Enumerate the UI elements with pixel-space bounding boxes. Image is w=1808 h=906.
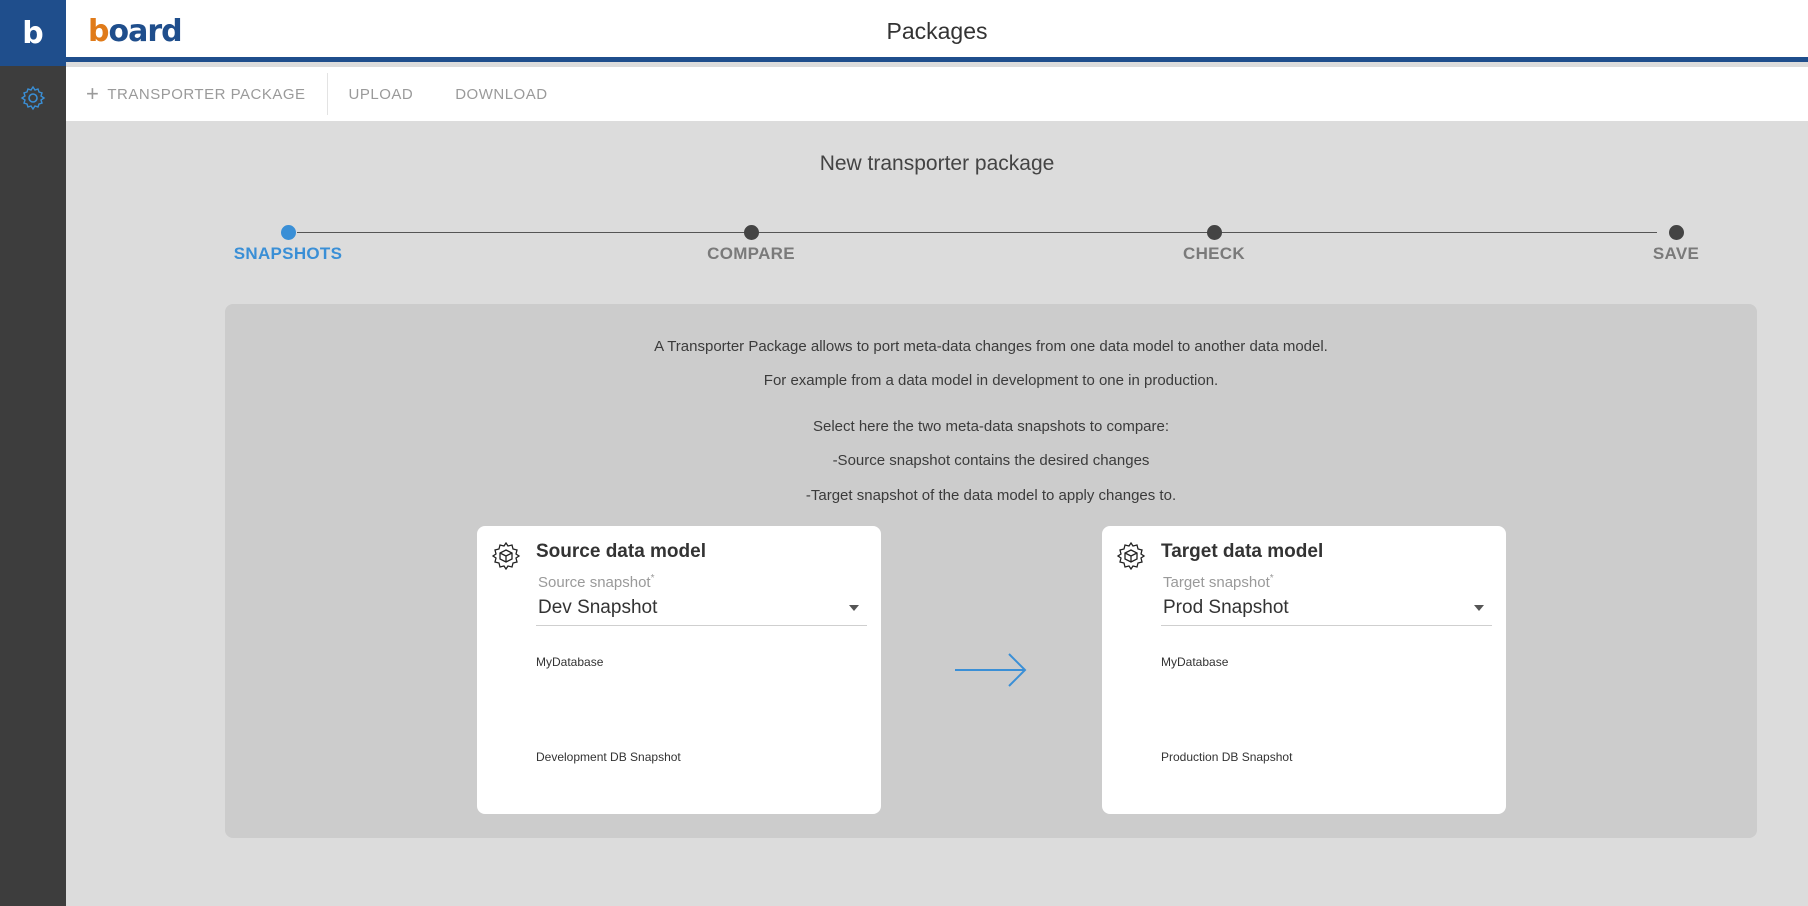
step-save[interactable]: SAVE [1606,225,1746,264]
app-logo[interactable]: b [0,0,66,66]
new-transporter-package-label: TRANSPORTER PACKAGE [107,85,306,103]
wizard-stepper: SNAPSHOTS COMPARE CHECK SAVE [234,225,1699,265]
source-card-title: Source data model [536,541,706,562]
snapshots-panel: A Transporter Package allows to port met… [225,304,1757,838]
settings-gear-icon[interactable] [17,82,49,114]
arrow-right-icon [953,650,1029,690]
cube-gear-icon [1116,540,1146,571]
toolbar: + TRANSPORTER PACKAGE UPLOAD DOWNLOAD [66,67,1808,121]
new-transporter-package-button[interactable]: + TRANSPORTER PACKAGE [66,73,328,115]
step-label: SNAPSHOTS [233,244,343,263]
step-dot [1206,225,1222,240]
source-snapshot-label: Source snapshot* [538,573,654,591]
source-database-name: MyDatabase [536,655,604,669]
target-snapshot-description: Production DB Snapshot [1161,750,1293,764]
page-title: Packages [886,18,988,44]
target-data-model-card: Target data model Target snapshot* Prod … [1102,526,1506,814]
step-check[interactable]: CHECK [1144,225,1284,264]
chevron-down-icon [849,605,859,611]
description-line: For example from a data model in develop… [763,372,1219,389]
stepper-line [297,232,1657,233]
chevron-down-icon [1474,605,1484,611]
source-snapshot-label-text: Source snapshot [538,574,651,591]
target-database-name: MyDatabase [1161,655,1229,669]
description-line: A Transporter Package allows to port met… [654,338,1328,355]
source-data-model-card: Source data model Source snapshot* Dev S… [477,526,881,814]
wizard-title: New transporter package [819,152,1055,175]
plus-icon: + [86,81,100,106]
step-dot [1668,225,1684,240]
upload-button[interactable]: UPLOAD [328,67,435,121]
app-logo-letter: b [22,15,44,51]
description-line: -Source snapshot contains the desired ch… [832,452,1150,469]
step-label: CHECK [1183,244,1245,263]
step-snapshots[interactable]: SNAPSHOTS [218,225,358,264]
source-snapshot-select[interactable]: Dev Snapshot [536,592,867,626]
download-button[interactable]: DOWNLOAD [434,67,568,121]
step-dot [743,225,759,240]
app-header: board Packages [66,0,1808,62]
required-mark: * [650,573,655,584]
required-mark: * [1269,573,1274,584]
step-label: SAVE [1652,244,1700,263]
source-snapshot-description: Development DB Snapshot [536,750,681,764]
target-snapshot-label: Target snapshot* [1163,573,1274,591]
left-rail: b [0,0,66,906]
target-snapshot-select[interactable]: Prod Snapshot [1161,592,1492,626]
target-snapshot-label-text: Target snapshot [1163,574,1270,591]
description-line: -Target snapshot of the data model to ap… [805,487,1177,504]
cube-gear-icon [491,540,521,571]
source-snapshot-value: Dev Snapshot [538,597,658,618]
step-label: COMPARE [707,244,795,263]
target-snapshot-value: Prod Snapshot [1163,597,1289,618]
step-dot [280,225,296,240]
step-compare[interactable]: COMPARE [681,225,821,264]
description-line: Select here the two meta-data snapshots … [812,418,1170,435]
target-card-title: Target data model [1161,541,1324,562]
